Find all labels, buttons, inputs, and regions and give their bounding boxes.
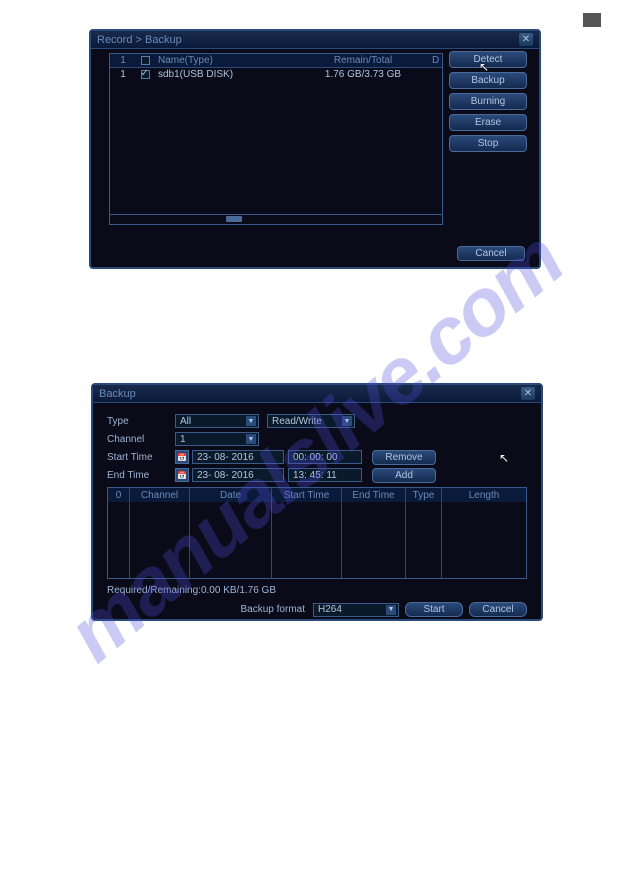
stop-button[interactable]: Stop [449,135,527,152]
mode-dropdown[interactable]: Read/Write ▼ [267,414,355,428]
scrollbar-thumb[interactable] [226,216,242,222]
format-value: H264 [318,604,342,615]
titlebar: Record > Backup ✕ [91,31,539,49]
calendar-icon[interactable]: 📅 [175,450,189,464]
type-dropdown[interactable]: All ▼ [175,414,259,428]
chevron-down-icon: ▼ [246,416,256,426]
header-checkbox[interactable] [141,56,150,65]
chevron-down-icon: ▼ [246,434,256,444]
record-backup-window: Record > Backup ✕ 1 Name(Type) Remain/To… [89,29,541,269]
table-header: 1 Name(Type) Remain/Total D [110,54,442,68]
start-date-input[interactable]: 23- 08- 2016 [192,450,284,464]
row-index: 1 [110,69,136,80]
col-checkbox-header [136,56,154,65]
col-length: Length [442,488,526,502]
table-header: 0 Channel Date Start Time End Time Type … [108,488,526,502]
mode-value: Read/Write [272,416,322,427]
type-value: All [180,416,191,427]
remove-button[interactable]: Remove [372,450,436,465]
side-buttons: Detect Backup Burning Erase Stop [449,51,529,152]
col-endtime: End Time [342,488,406,502]
col-channel: Channel [130,488,190,502]
row-name: sdb1(USB DISK) [154,69,298,80]
format-dropdown[interactable]: H264 ▼ [313,603,399,617]
backup-button[interactable]: Backup [449,72,527,89]
horizontal-scrollbar[interactable] [110,214,442,224]
chevron-down-icon: ▼ [342,416,352,426]
end-time-input[interactable]: 13: 45: 11 [288,468,362,482]
channel-label: Channel [107,434,175,445]
col-count: 1 [110,55,136,66]
col-d: D [428,55,442,66]
end-date-input[interactable]: 23- 08- 2016 [192,468,284,482]
status-text: Required/Remaining:0.00 KB/1.76 GB [107,585,527,596]
row-remain: 1.76 GB/3.73 GB [298,69,428,80]
start-button[interactable]: Start [405,602,463,617]
col-date: Date [190,488,272,502]
starttime-label: Start Time [107,452,175,463]
close-icon[interactable]: ✕ [521,387,535,400]
table-body [108,502,526,578]
col-remain: Remain/Total [298,55,428,66]
erase-button[interactable]: Erase [449,114,527,131]
window-title: Record > Backup [97,34,519,46]
backup-format-label: Backup format [241,604,305,615]
row-checkbox[interactable] [141,70,150,79]
chevron-down-icon: ▼ [386,605,396,615]
calendar-icon[interactable]: 📅 [175,468,189,482]
table-row[interactable]: 1 sdb1(USB DISK) 1.76 GB/3.73 GB [110,68,442,81]
device-table: 1 Name(Type) Remain/Total D 1 sdb1(USB D… [109,53,443,225]
col-zero: 0 [108,488,130,502]
page-marker [583,13,601,27]
col-type: Type [406,488,442,502]
type-label: Type [107,416,175,427]
start-time-input[interactable]: 00: 00: 00 [288,450,362,464]
channel-dropdown[interactable]: 1 ▼ [175,432,259,446]
titlebar: Backup ✕ [93,385,541,403]
cancel-button[interactable]: Cancel [469,602,527,617]
close-icon[interactable]: ✕ [519,33,533,46]
cancel-button[interactable]: Cancel [457,246,525,261]
cursor-icon: ↖ [479,60,489,74]
window-title: Backup [99,388,521,400]
channel-value: 1 [180,434,186,445]
add-button[interactable]: Add [372,468,436,483]
burning-button[interactable]: Burning [449,93,527,110]
endtime-label: End Time [107,470,175,481]
cursor-icon: ↖ [499,451,509,465]
col-starttime: Start Time [272,488,342,502]
backup-settings-window: Backup ✕ Type All ▼ Read/Write ▼ Channel… [91,383,543,621]
result-table: 0 Channel Date Start Time End Time Type … [107,487,527,579]
col-name: Name(Type) [154,55,298,66]
